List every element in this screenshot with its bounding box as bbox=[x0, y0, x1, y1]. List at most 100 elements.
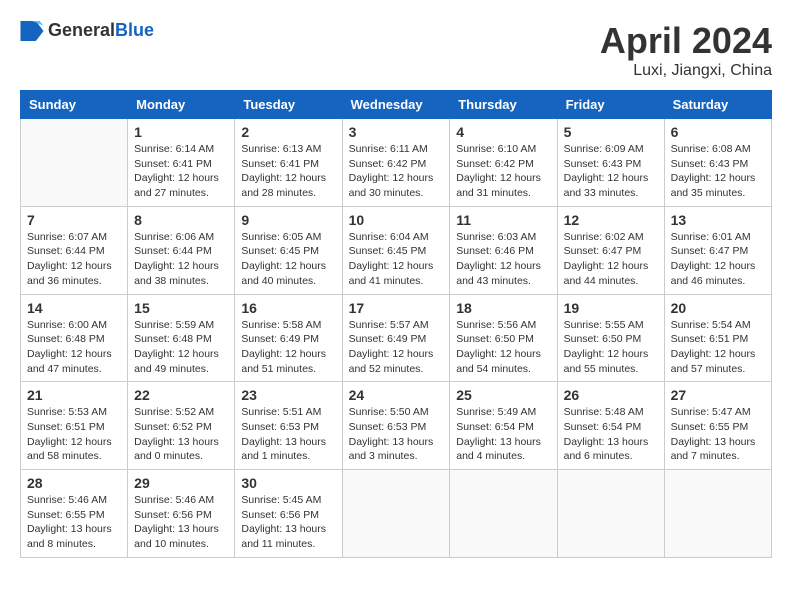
calendar-week-row: 28 Sunrise: 5:46 AM Sunset: 6:55 PM Dayli… bbox=[21, 470, 772, 558]
calendar-cell: 25Sunrise: 5:49 AM Sunset: 6:54 PM Dayli… bbox=[450, 382, 557, 470]
day-info: Sunrise: 6:07 AM Sunset: 6:44 PM Dayligh… bbox=[27, 230, 121, 289]
day-number: 20 bbox=[671, 300, 765, 316]
calendar-header-sunday: Sunday bbox=[21, 91, 128, 119]
calendar-header-wednesday: Wednesday bbox=[342, 91, 450, 119]
day-number: 13 bbox=[671, 212, 765, 228]
calendar-cell: 2 Sunrise: 6:13 AM Sunset: 6:41 PM Daylig… bbox=[235, 119, 342, 207]
day-info: Sunrise: 5:45 AM Sunset: 6:56 PM Dayligh… bbox=[241, 493, 335, 552]
day-info: Sunrise: 5:48 AM Sunset: 6:54 PM Dayligh… bbox=[564, 405, 658, 464]
calendar-header-tuesday: Tuesday bbox=[235, 91, 342, 119]
day-number: 24 bbox=[349, 387, 444, 403]
day-info: Sunrise: 6:08 AM Sunset: 6:43 PM Dayligh… bbox=[671, 142, 765, 201]
calendar-cell bbox=[664, 470, 771, 558]
header: GeneralBlue April 2024 Luxi, Jiangxi, Ch… bbox=[20, 20, 772, 80]
calendar-cell: 5Sunrise: 6:09 AM Sunset: 6:43 PM Daylig… bbox=[557, 119, 664, 207]
calendar-cell: 20 Sunrise: 5:54 AM Sunset: 6:51 PM Dayli… bbox=[664, 294, 771, 382]
day-number: 7 bbox=[27, 212, 121, 228]
day-number: 1 bbox=[134, 124, 228, 140]
calendar-cell: 26 Sunrise: 5:48 AM Sunset: 6:54 PM Dayli… bbox=[557, 382, 664, 470]
title-section: April 2024 Luxi, Jiangxi, China bbox=[600, 20, 772, 80]
day-info: Sunrise: 5:57 AM Sunset: 6:49 PM Dayligh… bbox=[349, 318, 444, 377]
calendar-cell: 18Sunrise: 5:56 AM Sunset: 6:50 PM Dayli… bbox=[450, 294, 557, 382]
day-info: Sunrise: 5:46 AM Sunset: 6:56 PM Dayligh… bbox=[134, 493, 228, 552]
calendar-cell: 16 Sunrise: 5:58 AM Sunset: 6:49 PM Dayli… bbox=[235, 294, 342, 382]
calendar-cell: 12Sunrise: 6:02 AM Sunset: 6:47 PM Dayli… bbox=[557, 206, 664, 294]
day-number: 27 bbox=[671, 387, 765, 403]
day-info: Sunrise: 5:47 AM Sunset: 6:55 PM Dayligh… bbox=[671, 405, 765, 464]
day-info: Sunrise: 6:00 AM Sunset: 6:48 PM Dayligh… bbox=[27, 318, 121, 377]
day-number: 23 bbox=[241, 387, 335, 403]
day-number: 17 bbox=[349, 300, 444, 316]
calendar-cell: 9 Sunrise: 6:05 AM Sunset: 6:45 PM Daylig… bbox=[235, 206, 342, 294]
day-info: Sunrise: 6:09 AM Sunset: 6:43 PM Dayligh… bbox=[564, 142, 658, 201]
day-number: 8 bbox=[134, 212, 228, 228]
day-info: Sunrise: 5:49 AM Sunset: 6:54 PM Dayligh… bbox=[456, 405, 550, 464]
calendar-week-row: 14Sunrise: 6:00 AM Sunset: 6:48 PM Dayli… bbox=[21, 294, 772, 382]
calendar-cell: 21Sunrise: 5:53 AM Sunset: 6:51 PM Dayli… bbox=[21, 382, 128, 470]
day-number: 16 bbox=[241, 300, 335, 316]
calendar-cell: 14Sunrise: 6:00 AM Sunset: 6:48 PM Dayli… bbox=[21, 294, 128, 382]
day-info: Sunrise: 6:10 AM Sunset: 6:42 PM Dayligh… bbox=[456, 142, 550, 201]
day-number: 4 bbox=[456, 124, 550, 140]
calendar-header-row: SundayMondayTuesdayWednesdayThursdayFrid… bbox=[21, 91, 772, 119]
calendar-table: SundayMondayTuesdayWednesdayThursdayFrid… bbox=[20, 90, 772, 558]
calendar-cell: 29 Sunrise: 5:46 AM Sunset: 6:56 PM Dayli… bbox=[128, 470, 235, 558]
day-info: Sunrise: 5:53 AM Sunset: 6:51 PM Dayligh… bbox=[27, 405, 121, 464]
calendar-cell bbox=[557, 470, 664, 558]
day-number: 30 bbox=[241, 475, 335, 491]
calendar-cell: 4 Sunrise: 6:10 AM Sunset: 6:42 PM Daylig… bbox=[450, 119, 557, 207]
day-info: Sunrise: 5:52 AM Sunset: 6:52 PM Dayligh… bbox=[134, 405, 228, 464]
day-info: Sunrise: 5:51 AM Sunset: 6:53 PM Dayligh… bbox=[241, 405, 335, 464]
day-info: Sunrise: 5:58 AM Sunset: 6:49 PM Dayligh… bbox=[241, 318, 335, 377]
calendar-week-row: 21Sunrise: 5:53 AM Sunset: 6:51 PM Dayli… bbox=[21, 382, 772, 470]
calendar-cell: 23 Sunrise: 5:51 AM Sunset: 6:53 PM Dayli… bbox=[235, 382, 342, 470]
day-number: 2 bbox=[241, 124, 335, 140]
day-number: 6 bbox=[671, 124, 765, 140]
day-number: 19 bbox=[564, 300, 658, 316]
day-number: 11 bbox=[456, 212, 550, 228]
calendar-cell: 22 Sunrise: 5:52 AM Sunset: 6:52 PM Dayli… bbox=[128, 382, 235, 470]
day-info: Sunrise: 5:55 AM Sunset: 6:50 PM Dayligh… bbox=[564, 318, 658, 377]
calendar-cell: 15 Sunrise: 5:59 AM Sunset: 6:48 PM Dayli… bbox=[128, 294, 235, 382]
calendar-cell: 17 Sunrise: 5:57 AM Sunset: 6:49 PM Dayli… bbox=[342, 294, 450, 382]
calendar-cell bbox=[21, 119, 128, 207]
day-number: 22 bbox=[134, 387, 228, 403]
calendar-cell: 13 Sunrise: 6:01 AM Sunset: 6:47 PM Dayli… bbox=[664, 206, 771, 294]
day-number: 15 bbox=[134, 300, 228, 316]
day-info: Sunrise: 6:02 AM Sunset: 6:47 PM Dayligh… bbox=[564, 230, 658, 289]
calendar-header-thursday: Thursday bbox=[450, 91, 557, 119]
day-info: Sunrise: 6:05 AM Sunset: 6:45 PM Dayligh… bbox=[241, 230, 335, 289]
day-info: Sunrise: 6:06 AM Sunset: 6:44 PM Dayligh… bbox=[134, 230, 228, 289]
calendar-header-friday: Friday bbox=[557, 91, 664, 119]
calendar-cell: 28 Sunrise: 5:46 AM Sunset: 6:55 PM Dayli… bbox=[21, 470, 128, 558]
calendar-header-monday: Monday bbox=[128, 91, 235, 119]
location-title: Luxi, Jiangxi, China bbox=[600, 62, 772, 80]
logo-text-blue: Blue bbox=[115, 20, 154, 40]
day-number: 10 bbox=[349, 212, 444, 228]
day-number: 28 bbox=[27, 475, 121, 491]
day-info: Sunrise: 6:13 AM Sunset: 6:41 PM Dayligh… bbox=[241, 142, 335, 201]
calendar-cell bbox=[450, 470, 557, 558]
day-number: 18 bbox=[456, 300, 550, 316]
day-info: Sunrise: 5:46 AM Sunset: 6:55 PM Dayligh… bbox=[27, 493, 121, 552]
calendar-cell: 27 Sunrise: 5:47 AM Sunset: 6:55 PM Dayli… bbox=[664, 382, 771, 470]
day-info: Sunrise: 6:04 AM Sunset: 6:45 PM Dayligh… bbox=[349, 230, 444, 289]
calendar-cell: 8 Sunrise: 6:06 AM Sunset: 6:44 PM Daylig… bbox=[128, 206, 235, 294]
calendar-cell: 3 Sunrise: 6:11 AM Sunset: 6:42 PM Daylig… bbox=[342, 119, 450, 207]
day-number: 9 bbox=[241, 212, 335, 228]
calendar-cell: 30 Sunrise: 5:45 AM Sunset: 6:56 PM Dayli… bbox=[235, 470, 342, 558]
calendar-cell: 6 Sunrise: 6:08 AM Sunset: 6:43 PM Daylig… bbox=[664, 119, 771, 207]
day-info: Sunrise: 6:01 AM Sunset: 6:47 PM Dayligh… bbox=[671, 230, 765, 289]
day-number: 26 bbox=[564, 387, 658, 403]
calendar-cell: 1Sunrise: 6:14 AM Sunset: 6:41 PM Daylig… bbox=[128, 119, 235, 207]
day-info: Sunrise: 6:11 AM Sunset: 6:42 PM Dayligh… bbox=[349, 142, 444, 201]
day-number: 3 bbox=[349, 124, 444, 140]
logo: GeneralBlue bbox=[20, 20, 154, 41]
logo-text-general: General bbox=[48, 20, 115, 40]
calendar-cell bbox=[342, 470, 450, 558]
day-number: 29 bbox=[134, 475, 228, 491]
day-info: Sunrise: 5:54 AM Sunset: 6:51 PM Dayligh… bbox=[671, 318, 765, 377]
day-info: Sunrise: 5:59 AM Sunset: 6:48 PM Dayligh… bbox=[134, 318, 228, 377]
calendar-cell: 24Sunrise: 5:50 AM Sunset: 6:53 PM Dayli… bbox=[342, 382, 450, 470]
calendar-cell: 11Sunrise: 6:03 AM Sunset: 6:46 PM Dayli… bbox=[450, 206, 557, 294]
